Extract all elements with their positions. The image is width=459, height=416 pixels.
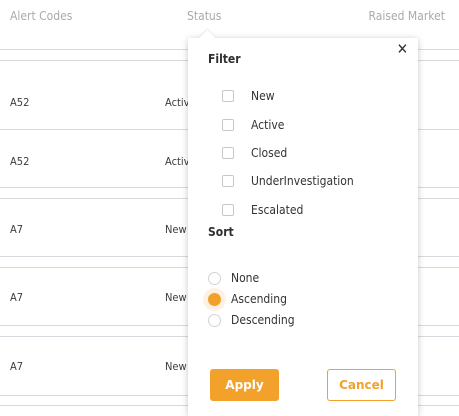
checkbox[interactable] bbox=[222, 204, 234, 216]
sort-section-title: Sort bbox=[208, 225, 234, 239]
alert-code-cell: A7 bbox=[10, 360, 24, 373]
alert-code-cell: A52 bbox=[10, 96, 30, 109]
alert-code-cell: A7 bbox=[10, 223, 24, 236]
radio-button[interactable] bbox=[208, 313, 221, 327]
status-cell: New bbox=[165, 291, 187, 304]
status-cell: New bbox=[165, 360, 187, 373]
filter-option-label: Escalated bbox=[251, 203, 304, 217]
cancel-button[interactable]: Cancel bbox=[327, 369, 396, 401]
sort-option-label: Descending bbox=[231, 313, 295, 327]
filter-option-active[interactable]: Active bbox=[222, 117, 284, 133]
filter-section-title: Filter bbox=[208, 52, 241, 66]
status-cell: New bbox=[165, 223, 187, 236]
checkbox[interactable] bbox=[222, 175, 234, 187]
sort-option-none[interactable]: None bbox=[208, 270, 259, 286]
checkbox[interactable] bbox=[222, 119, 234, 131]
filter-option-new[interactable]: New bbox=[222, 88, 275, 104]
sort-option-ascending[interactable]: Ascending bbox=[203, 287, 287, 311]
filter-option-label: New bbox=[251, 89, 275, 103]
radio-button[interactable] bbox=[208, 271, 221, 285]
filter-option-label: Closed bbox=[251, 146, 288, 160]
close-icon[interactable]: ✕ bbox=[397, 42, 408, 57]
checkbox[interactable] bbox=[222, 90, 234, 102]
column-header-status[interactable]: Status bbox=[187, 9, 221, 23]
radio-button-selected[interactable] bbox=[203, 287, 226, 311]
alert-code-cell: A7 bbox=[10, 291, 24, 304]
sort-option-label: None bbox=[231, 271, 260, 285]
filter-option-closed[interactable]: Closed bbox=[222, 145, 287, 161]
filter-option-escalated[interactable]: Escalated bbox=[222, 202, 303, 218]
filter-option-underinvestigation[interactable]: UnderInvestigation bbox=[222, 173, 354, 189]
column-header-alert-codes[interactable]: Alert Codes bbox=[10, 9, 72, 23]
sort-option-descending[interactable]: Descending bbox=[208, 312, 295, 328]
sort-option-label: Ascending bbox=[231, 292, 287, 306]
status-filter-popup: ✕ Filter New Active Closed UnderInvestig… bbox=[188, 29, 418, 416]
filter-option-label: Active bbox=[251, 118, 285, 132]
filter-option-label: UnderInvestigation bbox=[251, 174, 354, 188]
alert-code-cell: A52 bbox=[10, 155, 30, 168]
apply-button[interactable]: Apply bbox=[210, 369, 279, 401]
checkbox[interactable] bbox=[222, 147, 234, 159]
column-header-raised-market[interactable]: Raised Market bbox=[369, 9, 445, 23]
